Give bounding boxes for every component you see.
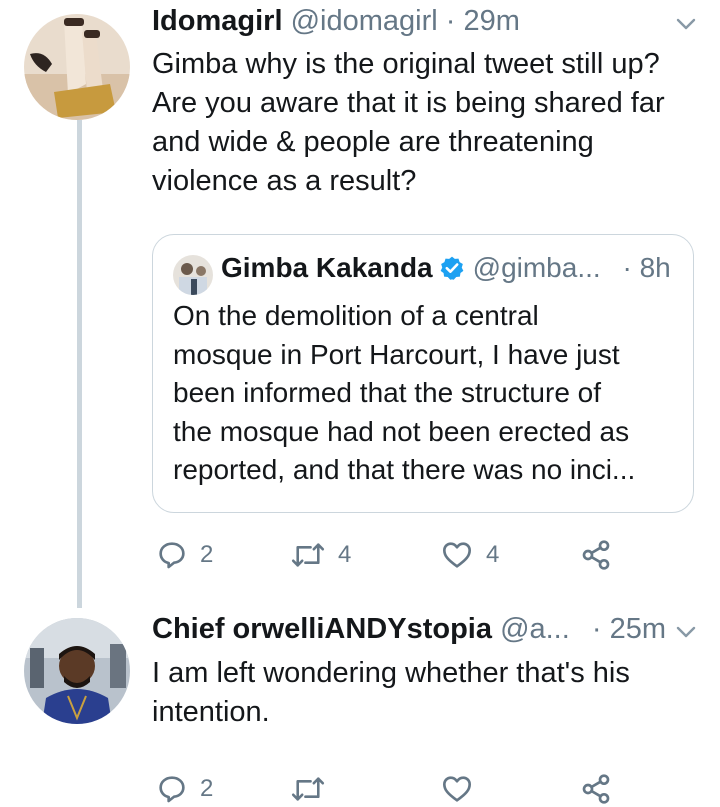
quoted-tweet-text: On the demolition of a central mosque in…	[173, 297, 683, 490]
tweet-header: Idomagirl @idomagirl · 29m	[152, 4, 520, 38]
quoted-tweet-header: Gimba Kakanda @gimba... · 8h	[221, 251, 671, 285]
share-icon	[582, 774, 610, 804]
quoted-text-line: mosque in Port Harcourt, I have just	[173, 338, 620, 370]
reply-icon	[159, 776, 185, 803]
quoted-display-name: Gimba Kakanda	[221, 252, 433, 283]
quoted-handle: @gimba...	[472, 252, 601, 283]
tweet-text-line: I am left wondering whether that's his	[152, 657, 630, 689]
retweet-icon	[291, 543, 325, 567]
thread-connector-line	[77, 120, 82, 608]
quoted-text-line: been informed that the structure of	[173, 377, 602, 408]
verified-badge-icon	[440, 256, 464, 280]
avatar-chief-orwelliandystopia[interactable]	[24, 618, 130, 724]
heart-icon	[443, 542, 471, 568]
tweet-text-line: and wide & people are threatening	[152, 126, 594, 158]
heart-icon	[443, 776, 471, 802]
display-name[interactable]: Idomagirl	[152, 5, 283, 37]
reply-icon	[159, 542, 185, 569]
handle[interactable]: @a...	[500, 613, 570, 645]
retweet-button[interactable]	[290, 771, 326, 807]
retweet-count: 4	[338, 541, 352, 568]
handle[interactable]: @idomagirl	[291, 5, 438, 37]
avatar-image	[24, 14, 130, 120]
tweet-text-line: Are you aware that it is being shared fa…	[152, 87, 665, 119]
reply-button[interactable]: 2	[156, 537, 213, 573]
like-button[interactable]: 4	[440, 537, 499, 573]
tweet-text-line: intention.	[152, 696, 270, 728]
reply-button[interactable]: 2	[156, 771, 213, 807]
share-button[interactable]	[580, 537, 612, 573]
retweet-icon	[291, 777, 325, 801]
share-button[interactable]	[580, 771, 612, 807]
separator: ·	[583, 613, 610, 645]
reply-count: 2	[200, 775, 214, 802]
like-button[interactable]	[440, 771, 474, 807]
chevron-down-icon[interactable]	[674, 12, 698, 41]
quoted-timestamp: 8h	[639, 252, 671, 283]
quoted-text-line: On the demolition of a central	[173, 300, 539, 331]
timestamp[interactable]: 25m	[610, 613, 666, 645]
quoted-text-line: the mosque had not been erected as	[173, 415, 630, 447]
quoted-tweet-card[interactable]: Gimba Kakanda @gimba... · 8h On the demo…	[152, 234, 694, 513]
avatar-gimba-kakanda	[173, 255, 213, 295]
share-icon	[582, 540, 610, 570]
like-count: 4	[486, 541, 500, 568]
tweet-text: Gimba why is the original tweet still up…	[152, 45, 665, 201]
tweet-text-line: Gimba why is the original tweet still up…	[152, 48, 660, 80]
timestamp[interactable]: 29m	[463, 5, 519, 37]
separator: ·	[614, 252, 640, 283]
tweet-text: I am left wondering whether that's his i…	[152, 654, 630, 732]
display-name[interactable]: Chief orwelliANDYstopia	[152, 613, 492, 645]
chevron-down-icon[interactable]	[674, 620, 698, 649]
tweet-header: Chief orwelliANDYstopia @a... · 25m	[152, 612, 666, 646]
retweet-button[interactable]: 4	[290, 537, 351, 573]
avatar-image	[173, 255, 213, 295]
quoted-text-line: reported, and that there was no inci...	[173, 454, 636, 485]
separator: ·	[437, 5, 464, 37]
reply-count: 2	[200, 541, 214, 568]
tweet-text-line: violence as a result?	[152, 165, 417, 197]
avatar-idomagirl[interactable]	[24, 14, 130, 120]
avatar-image	[24, 618, 130, 724]
